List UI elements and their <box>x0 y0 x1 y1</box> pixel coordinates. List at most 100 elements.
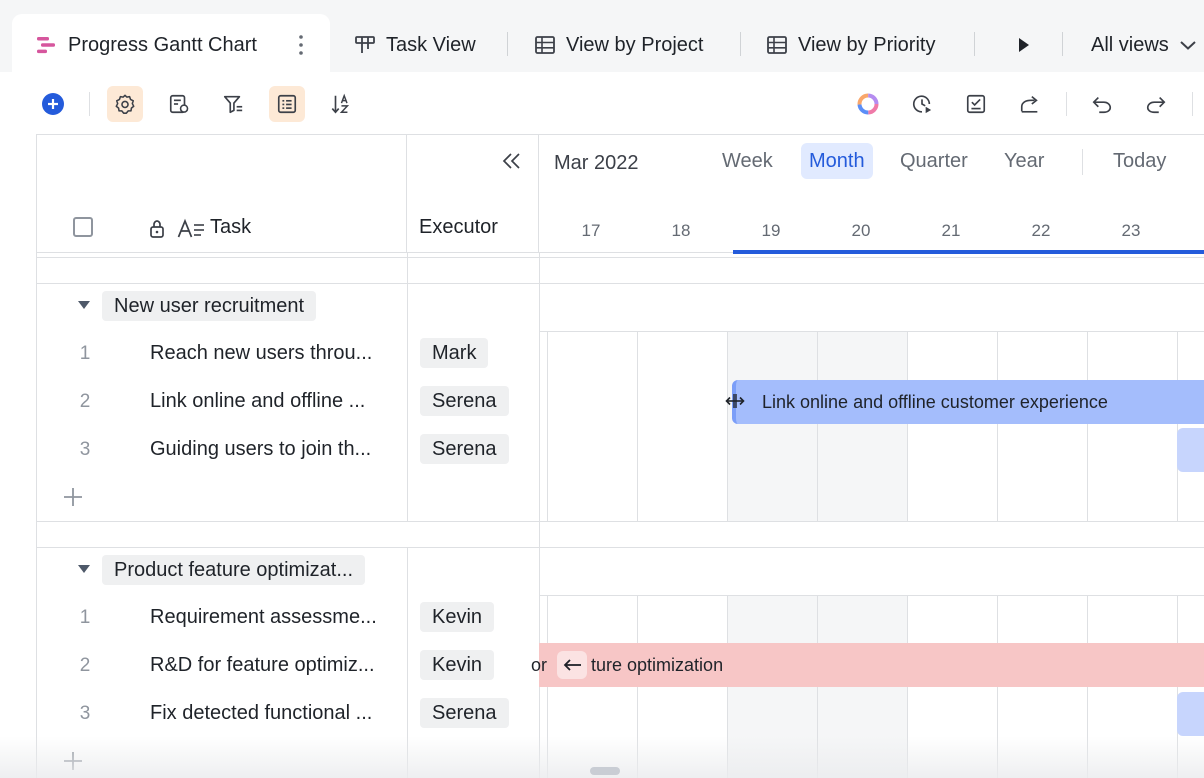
table-icon <box>767 36 787 54</box>
row-number: 3 <box>79 439 91 460</box>
select-all-checkbox[interactable] <box>73 217 93 237</box>
day-gridline <box>907 331 908 521</box>
filter-icon <box>223 95 243 114</box>
text-field-icon <box>177 218 204 238</box>
today-button[interactable]: Today <box>1105 143 1174 179</box>
kanban-icon <box>355 36 375 53</box>
history-button[interactable] <box>904 86 940 122</box>
add-row-icon[interactable] <box>62 486 84 508</box>
task-cell[interactable]: R&D for feature optimiz... <box>150 654 375 677</box>
day-gridline <box>1177 331 1178 521</box>
row-divider <box>37 547 1204 548</box>
resize-handle-icon[interactable] <box>725 391 745 411</box>
scroll-to-bar-button[interactable] <box>557 651 588 679</box>
executor-tag[interactable]: Kevin <box>420 650 495 680</box>
lock-icon <box>150 220 164 238</box>
day-label: 22 <box>1031 221 1051 240</box>
task-bar-link-online-offline[interactable]: Link online and offline customer experie… <box>732 380 1204 424</box>
executor-column-title[interactable]: Executor <box>419 216 498 239</box>
all-views-label: All views <box>1091 33 1169 56</box>
sort-button[interactable] <box>323 86 359 122</box>
executor-column-header: Executor <box>407 135 539 253</box>
task-bar-guiding-users[interactable] <box>1177 428 1204 472</box>
current-month-label: Mar 2022 <box>554 152 639 174</box>
tab-view-by-project[interactable]: View by Project <box>534 30 703 60</box>
task-column-title[interactable]: Task <box>210 216 251 239</box>
redo-icon <box>1146 96 1166 114</box>
gantt-icon <box>37 37 55 54</box>
row-number: 2 <box>79 391 91 412</box>
executor-tag[interactable]: Serena <box>420 698 509 728</box>
collapse-left-icon[interactable] <box>501 151 523 171</box>
caret-down-icon[interactable] <box>78 301 90 309</box>
column-divider <box>407 283 408 521</box>
tab-view-by-priority[interactable]: View by Priority <box>766 30 935 60</box>
horizontal-scrollbar[interactable] <box>590 767 620 775</box>
undo-button[interactable] <box>1084 86 1120 122</box>
task-cell[interactable]: Fix detected functional ... <box>150 702 372 725</box>
executor-tag[interactable]: Kevin <box>420 602 495 632</box>
task-cell[interactable]: Link online and offline ... <box>150 390 365 413</box>
row-divider <box>539 595 1204 596</box>
tab-divider <box>507 32 508 56</box>
task-bar-fix-detected-issues[interactable] <box>1177 692 1204 736</box>
day-label: 20 <box>851 221 871 240</box>
task-cell[interactable]: Requirement assessme... <box>150 606 377 629</box>
caret-down-icon[interactable] <box>78 565 90 573</box>
group-button[interactable] <box>269 86 305 122</box>
add-row-icon[interactable] <box>62 750 84 772</box>
group-icon <box>277 94 297 114</box>
filter-button[interactable] <box>215 86 251 122</box>
row-number: 3 <box>79 703 91 724</box>
column-divider <box>407 253 408 283</box>
group-label[interactable]: New user recruitment <box>102 291 317 321</box>
column-divider <box>407 547 408 778</box>
all-views-dropdown[interactable]: All views <box>1091 30 1197 60</box>
color-ring-icon <box>857 93 879 115</box>
period-quarter[interactable]: Quarter <box>892 143 976 179</box>
settings-button[interactable] <box>107 86 143 122</box>
executor-tag[interactable]: Serena <box>420 434 509 464</box>
day-gridline <box>727 331 728 521</box>
table-icon <box>535 36 555 54</box>
period-month[interactable]: Month <box>801 143 873 179</box>
period-year[interactable]: Year <box>996 143 1052 179</box>
checklist-button[interactable] <box>958 86 994 122</box>
row-divider <box>37 283 1204 284</box>
day-gridline <box>547 331 548 521</box>
task-bar-label: ture optimization <box>591 654 724 675</box>
redo-button[interactable] <box>1138 86 1174 122</box>
arrow-left-icon <box>563 659 582 671</box>
share-button[interactable] <box>1012 86 1048 122</box>
executor-tag[interactable]: Serena <box>420 386 509 416</box>
tab-label: View by Priority <box>798 33 936 56</box>
more-vertical-icon[interactable] <box>292 32 310 58</box>
field-settings-icon <box>169 94 189 114</box>
add-record-button[interactable] <box>35 86 71 122</box>
day-label: 23 <box>1121 221 1141 240</box>
field-settings-button[interactable] <box>161 86 197 122</box>
sort-icon <box>331 93 350 114</box>
scroll-tabs-right-icon[interactable] <box>1016 36 1032 54</box>
row-divider <box>37 521 1204 522</box>
history-icon <box>913 95 932 114</box>
column-divider <box>539 253 540 778</box>
group-label[interactable]: Product feature optimizat... <box>102 555 366 585</box>
day-label: 21 <box>941 221 961 240</box>
toolbar-divider <box>1066 92 1067 116</box>
day-label: 19 <box>761 221 781 240</box>
toolbar-divider <box>89 92 90 116</box>
tab-divider <box>740 32 741 56</box>
task-bar-rd-feature-optimization[interactable]: or ture optimization <box>531 643 1204 687</box>
period-week[interactable]: Week <box>714 143 781 179</box>
day-gridline <box>817 331 818 521</box>
tab-task-view[interactable]: Task View <box>354 30 476 60</box>
view-tab-bar: Progress Gantt Chart Task View View by P… <box>0 0 1204 72</box>
task-cell[interactable]: Guiding users to join th... <box>150 438 371 461</box>
tab-progress-gantt-chart[interactable]: Progress Gantt Chart <box>34 30 257 60</box>
share-icon <box>1020 96 1038 113</box>
color-scheme-button[interactable] <box>850 86 886 122</box>
task-cell[interactable]: Reach new users throu... <box>150 342 372 365</box>
executor-tag[interactable]: Mark <box>420 338 489 368</box>
row-divider <box>539 331 1204 332</box>
